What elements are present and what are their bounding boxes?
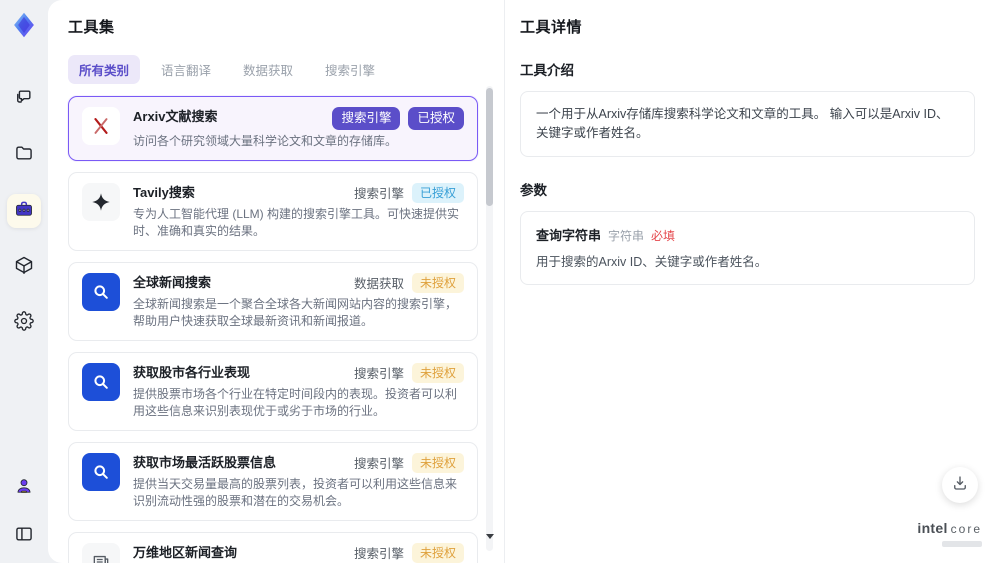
intro-text: 一个用于从Arxiv存储库搜索科学论文和文章的工具。 输入可以是Arxiv ID… bbox=[536, 107, 949, 140]
brand-core-text: core bbox=[950, 522, 982, 537]
newspaper-icon bbox=[82, 542, 120, 563]
sidebar-item-files[interactable] bbox=[7, 138, 41, 172]
sidebar-item-tools[interactable] bbox=[7, 194, 41, 228]
folder-icon bbox=[14, 143, 34, 168]
gear-icon bbox=[14, 310, 34, 336]
tool-details-panel: 工具详情 工具介绍 一个用于从Arxiv存储库搜索科学论文和文章的工具。 输入可… bbox=[505, 0, 1000, 563]
tool-description: 访问各个研究领域大量科学论文和文章的存储库。 bbox=[133, 133, 398, 148]
category-label: 搜索引擎 bbox=[353, 457, 404, 471]
main-surface: 工具集 所有类别 语言翻译 数据获取 搜索引擎 Arxiv文献搜索 搜索引擎 已… bbox=[48, 0, 1000, 563]
tool-card-tavily[interactable]: Tavily搜索 搜索引擎 已授权 专为人工智能代理 (LLM) 构建的搜索引擎… bbox=[68, 171, 478, 251]
search-blue-icon bbox=[82, 272, 120, 311]
tool-title: 全球新闻搜索 bbox=[133, 274, 212, 290]
cube-icon bbox=[14, 255, 34, 280]
list-scrollbar[interactable] bbox=[486, 86, 494, 551]
download-icon bbox=[951, 474, 969, 497]
nav-rail bbox=[0, 0, 48, 563]
details-title: 工具详情 bbox=[520, 19, 583, 36]
param-name: 查询字符串 bbox=[536, 228, 602, 243]
tools-panel: 工具集 所有类别 语言翻译 数据获取 搜索引擎 Arxiv文献搜索 搜索引擎 已… bbox=[48, 0, 504, 563]
app-window: 工具集 所有类别 语言翻译 数据获取 搜索引擎 Arxiv文献搜索 搜索引擎 已… bbox=[0, 0, 1000, 563]
tool-title: 万维地区新闻查询 bbox=[133, 544, 238, 560]
rail-nav bbox=[7, 82, 41, 340]
panel-icon bbox=[14, 524, 34, 549]
search-blue-icon bbox=[82, 452, 120, 491]
tool-card-arxiv[interactable]: Arxiv文献搜索 搜索引擎 已授权 访问各个研究领域大量科学论文和文章的存储库… bbox=[68, 96, 478, 161]
tab-translation[interactable]: 语言翻译 bbox=[150, 55, 222, 84]
rail-bottom bbox=[7, 471, 41, 553]
param-type: 字符串 bbox=[608, 229, 645, 243]
tool-description: 提供股票市场各个行业在特定时间段内的表现。投资者可以利用这些信息来识别表现优于或… bbox=[133, 386, 458, 418]
auth-status-badge: 已授权 bbox=[408, 107, 464, 130]
category-label: 搜索引擎 bbox=[353, 547, 404, 561]
param-description: 用于搜索的Arxiv ID、关键字或作者姓名。 bbox=[536, 255, 768, 269]
category-tabs: 所有类别 语言翻译 数据获取 搜索引擎 bbox=[68, 55, 478, 84]
intel-core-logo: intel core bbox=[917, 520, 982, 547]
auth-status-badge: 未授权 bbox=[411, 452, 464, 473]
sidebar-item-settings[interactable] bbox=[7, 306, 41, 340]
app-logo-icon[interactable] bbox=[7, 8, 41, 42]
brand-sub-mark bbox=[942, 541, 982, 547]
tool-card-stock-sectors[interactable]: 获取股市各行业表现 搜索引擎 未授权 提供股票市场各个行业在特定时间段内的表现。… bbox=[68, 351, 478, 431]
scrollbar-thumb[interactable] bbox=[486, 88, 493, 206]
param-card: 查询字符串 字符串 必填 用于搜索的Arxiv ID、关键字或作者姓名。 bbox=[520, 211, 975, 285]
tool-title: Tavily搜索 bbox=[133, 184, 195, 200]
chat-icon bbox=[14, 87, 34, 112]
user-avatar-button[interactable] bbox=[7, 471, 41, 505]
auth-status-badge: 未授权 bbox=[411, 272, 464, 293]
scrollbar-down-arrow-icon[interactable] bbox=[486, 534, 494, 539]
auth-status-badge: 未授权 bbox=[411, 362, 464, 383]
brand-intel-text: intel bbox=[917, 520, 948, 537]
user-icon bbox=[14, 476, 34, 501]
tool-title: 获取市场最活跃股票信息 bbox=[133, 454, 277, 470]
tool-title: Arxiv文献搜索 bbox=[133, 109, 218, 124]
tab-all-categories[interactable]: 所有类别 bbox=[68, 55, 141, 84]
category-label: 数据获取 bbox=[353, 277, 404, 291]
collapse-sidebar-button[interactable] bbox=[7, 519, 41, 553]
params-heading: 参数 bbox=[520, 183, 547, 198]
page-title: 工具集 bbox=[68, 19, 115, 36]
tab-data-fetch[interactable]: 数据获取 bbox=[232, 55, 304, 84]
star-icon bbox=[82, 182, 120, 221]
intro-card: 一个用于从Arxiv存储库搜索科学论文和文章的工具。 输入可以是Arxiv ID… bbox=[520, 91, 975, 157]
download-button[interactable] bbox=[942, 467, 978, 503]
tool-description: 专为人工智能代理 (LLM) 构建的搜索引擎工具。可快速提供实时、准确和真实的结… bbox=[133, 206, 460, 238]
tool-card-regional-news[interactable]: 万维地区新闻查询 搜索引擎 未授权 查询具体行政区划内的新闻，快速了解各地新闻动… bbox=[68, 531, 478, 563]
tool-card-global-news[interactable]: 全球新闻搜索 数据获取 未授权 全球新闻搜索是一个聚合全球各大新闻网站内容的搜索… bbox=[68, 261, 478, 341]
search-blue-icon bbox=[82, 362, 120, 401]
briefcase-icon bbox=[14, 199, 34, 224]
tool-card-active-stocks[interactable]: 获取市场最活跃股票信息 搜索引擎 未授权 提供当天交易量最高的股票列表，投资者可… bbox=[68, 441, 478, 521]
intro-heading: 工具介绍 bbox=[520, 63, 574, 78]
auth-status-badge: 未授权 bbox=[411, 542, 464, 563]
category-label: 搜索引擎 bbox=[353, 367, 404, 381]
tool-description: 提供当天交易量最高的股票列表，投资者可以利用这些信息来识别流动性强的股票和潜在的… bbox=[133, 476, 458, 508]
category-label: 搜索引擎 bbox=[353, 187, 404, 201]
param-required-flag: 必填 bbox=[651, 229, 676, 243]
tool-description: 全球新闻搜索是一个聚合全球各大新闻网站内容的搜索引擎，帮助用户快速获取全球最新资… bbox=[133, 296, 458, 328]
tab-search-engine[interactable]: 搜索引擎 bbox=[314, 55, 386, 84]
sidebar-item-packages[interactable] bbox=[7, 250, 41, 284]
auth-status-badge: 已授权 bbox=[411, 182, 464, 203]
category-badge: 搜索引擎 bbox=[332, 107, 401, 130]
sidebar-item-chat[interactable] bbox=[7, 82, 41, 116]
arxiv-icon bbox=[82, 107, 120, 145]
tool-card-list: Arxiv文献搜索 搜索引擎 已授权 访问各个研究领域大量科学论文和文章的存储库… bbox=[68, 96, 478, 563]
tool-title: 获取股市各行业表现 bbox=[133, 364, 251, 380]
